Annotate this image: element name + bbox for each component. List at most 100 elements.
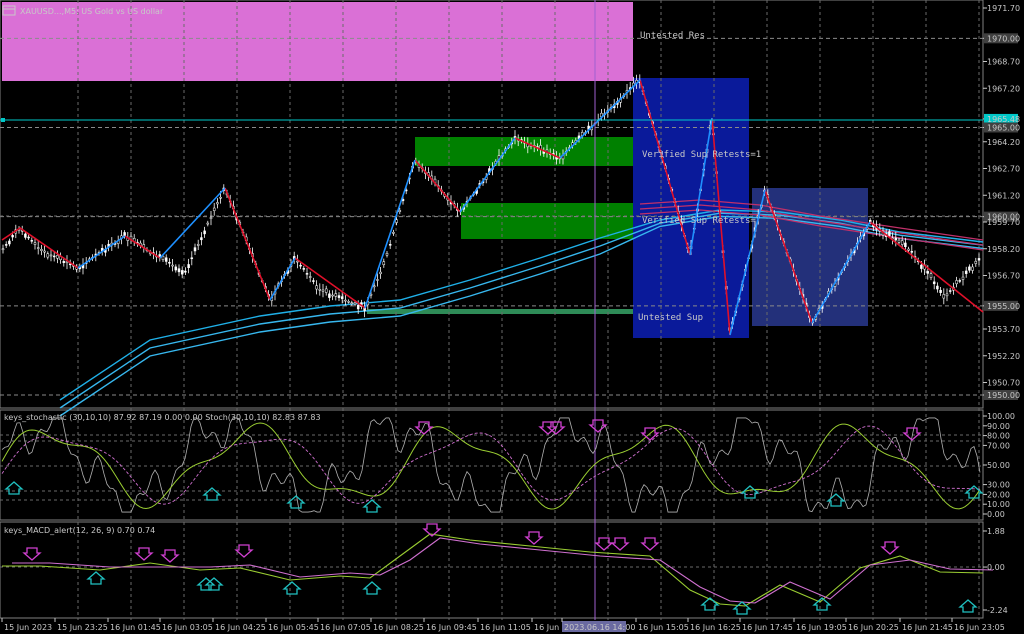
bid-line-handle[interactable] (1, 118, 5, 122)
candle-body (974, 260, 978, 264)
price-label: 1953.70 (987, 325, 1020, 334)
time-label: 16 Jun 11:05 (480, 623, 531, 632)
candle-body (36, 247, 40, 249)
candle-body (312, 280, 315, 282)
candle-body (11, 235, 14, 238)
candle-body (193, 247, 197, 252)
candle-body (321, 289, 325, 292)
candle-body (907, 248, 910, 251)
candle-body (4, 244, 8, 246)
candle-body (942, 294, 946, 299)
candle-body (353, 302, 357, 305)
time-label: 16 Jun 05:45 (268, 623, 319, 632)
time-label: 15 Jun 2023 (4, 623, 52, 632)
stochastic-axis[interactable]: 100.0090.0080.0070.00 50.00 30.0020.0010.0… (983, 412, 1015, 519)
candle-body (315, 285, 318, 290)
macd-axis[interactable]: 1.88 0.00 -2.24 (983, 527, 1008, 615)
candle-body (302, 268, 306, 270)
time-label: 16 Jun 01:45 (110, 623, 161, 632)
candle-body (49, 254, 53, 257)
stoch-label: 70.00 (987, 441, 1010, 450)
macd-label: 1.88 (987, 527, 1005, 536)
time-label: 16 Jun 21:45 (902, 623, 953, 632)
candle-body (939, 289, 942, 293)
stochastic-title: keys_stochastic (30,10,10) 87.92 87.19 0… (4, 413, 321, 422)
stoch-label: 90.00 (987, 422, 1010, 431)
candle-body (180, 270, 184, 275)
candle-body (964, 270, 968, 274)
candle-body (43, 250, 46, 253)
untested-sup-label: Untested Sup (638, 313, 703, 323)
candle-body (190, 257, 194, 260)
price-axis[interactable]: 1971.701970.001968.701967.201965.481965.… (983, 4, 1020, 400)
candle-body (305, 273, 309, 275)
time-label: 16 Jun 15:05 (638, 623, 689, 632)
price-label: 1971.70 (987, 4, 1020, 13)
candle-body (308, 276, 312, 278)
candle-body (187, 264, 190, 269)
price-label: 1962.70 (987, 165, 1020, 174)
time-label: 16 Jun 17:45 (742, 623, 793, 632)
candle-body (340, 296, 344, 300)
time-label: 16 Jun 19:05 (796, 623, 847, 632)
candle-body (897, 239, 901, 243)
candle-body (385, 253, 389, 256)
candle-body (161, 255, 165, 260)
candle-body (8, 240, 11, 245)
candle-body (926, 271, 930, 274)
candle-body (395, 219, 398, 223)
candle-body (328, 293, 331, 298)
candle-body (900, 240, 904, 245)
stoch-label: 0.00 (987, 510, 1005, 519)
candle-body (379, 271, 382, 275)
time-label: 16 Jun 08:25 (373, 623, 424, 632)
candle-body (382, 261, 386, 266)
candle-body (216, 202, 219, 205)
candle-body (932, 281, 936, 285)
price-label: 1961.20 (987, 191, 1020, 200)
macd-panel[interactable] (0, 521, 984, 619)
candle-body (27, 236, 30, 239)
price-label: 1952.20 (987, 352, 1020, 361)
candle-body (209, 217, 213, 219)
candle-body (40, 249, 43, 251)
candle-body (184, 270, 187, 273)
verified-support-zone-lower (461, 203, 633, 239)
chart-title: XAUUSD...,M5: US Gold vs US dollar (2, 5, 164, 16)
candle-body (356, 305, 360, 310)
time-label: 2023.06.16 14:00 (564, 623, 635, 632)
candle-body (392, 232, 395, 234)
candle-body (388, 244, 392, 246)
candle-body (904, 242, 907, 248)
candle-body (894, 237, 898, 241)
candle-body (203, 230, 206, 235)
price-label: 1959.70 (987, 218, 1020, 227)
time-label: 16 Jun 23:05 (954, 623, 1005, 632)
time-label: 16 Jun 07:05 (320, 623, 371, 632)
candle-body (888, 231, 891, 236)
time-label: 16 Jun 16:25 (690, 623, 741, 632)
trading-chart[interactable]: Untested Res Verified Sup Retests=1 Veri… (0, 0, 1024, 634)
price-label: 1967.20 (987, 84, 1020, 93)
price-label: 1964.20 (987, 138, 1020, 147)
candle-body (324, 288, 328, 293)
untested-res-label: Untested Res (640, 31, 705, 41)
time-label: 16 Jun 09:45 (426, 623, 477, 632)
candle-body (196, 244, 200, 246)
time-axis[interactable]: 15 Jun 2023 15 Jun 23:25 16 Jun 01:45 16 Ju… (1, 618, 1005, 632)
price-label: 1950.00 (987, 391, 1020, 400)
candle-body (958, 280, 962, 282)
candle-body (56, 255, 59, 259)
candle-body (174, 266, 178, 271)
time-label: 16 Jun 03:05 (162, 623, 213, 632)
candle-body (200, 237, 203, 241)
macd-title: keys_MACD_alert(12, 26, 9) 0.70 0.74 (4, 526, 155, 535)
candle-body (33, 242, 37, 245)
stoch-label: 100.00 (987, 412, 1015, 421)
macd-label: 0.00 (987, 563, 1005, 572)
candle-body (910, 251, 914, 253)
stoch-label: 30.00 (987, 481, 1010, 490)
price-label: 1950.70 (987, 379, 1020, 388)
candle-body (350, 302, 354, 304)
candle-body (62, 261, 66, 263)
